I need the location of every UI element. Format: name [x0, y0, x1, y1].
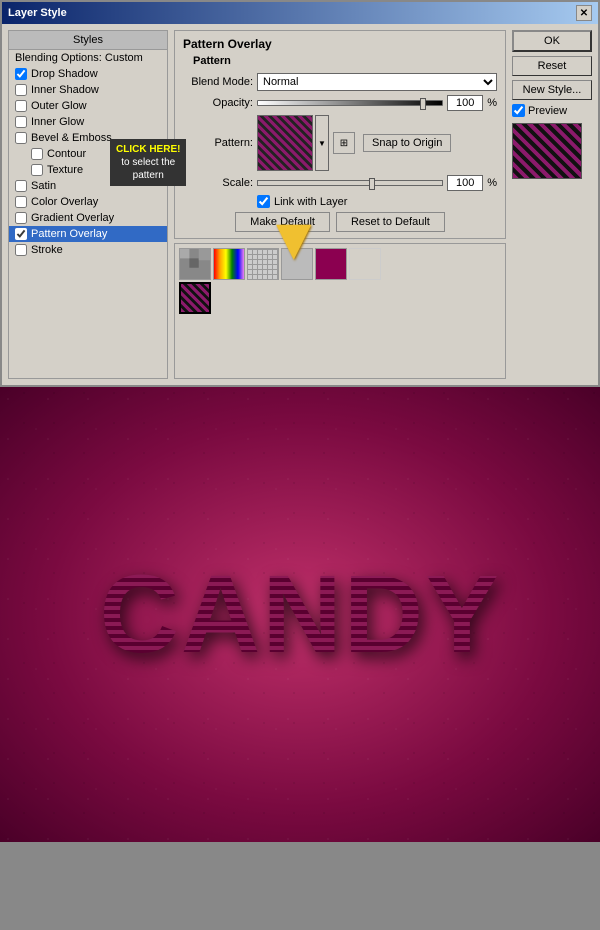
scale-row: Scale: % — [183, 175, 497, 191]
outer-glow-item[interactable]: Outer Glow — [9, 98, 167, 114]
subsection-title: Pattern — [193, 55, 497, 67]
drop-shadow-checkbox[interactable] — [15, 68, 27, 80]
scale-label: Scale: — [183, 177, 253, 189]
title-bar: Layer Style ✕ — [2, 2, 598, 24]
pattern-overlay-section: Pattern Overlay Pattern Blend Mode: Norm… — [174, 30, 506, 239]
new-style-button[interactable]: New Style... — [512, 80, 592, 100]
inner-shadow-label: Inner Shadow — [31, 84, 99, 96]
pattern-picker-popup — [174, 243, 506, 379]
pattern-swatch-row2 — [179, 282, 501, 314]
color-overlay-item[interactable]: Color Overlay — [9, 194, 167, 210]
stroke-item[interactable]: Stroke — [9, 242, 167, 258]
satin-checkbox[interactable] — [15, 180, 27, 192]
opacity-input[interactable] — [447, 95, 483, 111]
candy-text: CANDY — [99, 551, 500, 678]
blending-options-label: Blending Options: Custom — [15, 52, 143, 64]
dialog-body: CLICK HERE! to select the pattern ▼ Styl… — [2, 24, 598, 385]
inner-glow-checkbox[interactable] — [15, 116, 27, 128]
pattern-overlay-checkbox[interactable] — [15, 228, 27, 240]
blend-mode-select[interactable]: Normal Multiply Screen Overlay — [257, 73, 497, 91]
section-title: Pattern Overlay — [183, 37, 497, 51]
styles-header[interactable]: Styles — [9, 31, 167, 50]
pattern-swatch-gray[interactable] — [281, 248, 313, 280]
contour-checkbox[interactable] — [31, 148, 43, 160]
pattern-label: Pattern: — [183, 137, 253, 149]
canvas-area: CANDY — [0, 387, 600, 842]
blend-mode-label: Blend Mode: — [183, 76, 253, 88]
satin-label: Satin — [31, 180, 56, 192]
stroke-label: Stroke — [31, 244, 63, 256]
bevel-emboss-checkbox[interactable] — [15, 132, 27, 144]
reset-button[interactable]: Reset — [512, 56, 592, 76]
inner-shadow-item[interactable]: Inner Shadow — [9, 82, 167, 98]
pattern-row: Pattern: ▼ ⊞ Snap to Origin — [183, 115, 497, 171]
link-with-layer-checkbox[interactable] — [257, 195, 270, 208]
inner-glow-item[interactable]: Inner Glow — [9, 114, 167, 130]
preview-label-text: Preview — [528, 105, 567, 117]
inner-glow-label: Inner Glow — [31, 116, 84, 128]
pattern-swatch-crosshatch[interactable] — [247, 248, 279, 280]
pattern-overlay-label: Pattern Overlay — [31, 228, 107, 240]
blending-options-item[interactable]: Blending Options: Custom — [9, 50, 167, 66]
preview-row: Preview — [512, 104, 592, 117]
gradient-overlay-label: Gradient Overlay — [31, 212, 114, 224]
opacity-label: Opacity: — [183, 97, 253, 109]
preview-checkbox[interactable] — [512, 104, 525, 117]
outer-glow-checkbox[interactable] — [15, 100, 27, 112]
texture-item[interactable]: Texture — [9, 162, 167, 178]
middle-panel: Pattern Overlay Pattern Blend Mode: Norm… — [174, 30, 506, 379]
scale-thumb[interactable] — [369, 178, 375, 190]
layer-style-dialog: Layer Style ✕ CLICK HERE! to select the … — [0, 0, 600, 387]
outer-glow-label: Outer Glow — [31, 100, 87, 112]
close-button[interactable]: ✕ — [576, 5, 592, 21]
pattern-swatch-stripe[interactable] — [179, 282, 211, 314]
blend-mode-row: Blend Mode: Normal Multiply Screen Overl… — [183, 73, 497, 91]
opacity-unit: % — [487, 97, 497, 109]
link-with-layer-row: Link with Layer — [183, 195, 497, 208]
color-overlay-checkbox[interactable] — [15, 196, 27, 208]
action-buttons-row: Make Default Reset to Default — [183, 212, 497, 232]
scale-slider[interactable] — [257, 180, 443, 186]
opacity-thumb[interactable] — [420, 98, 426, 110]
contour-item[interactable]: Contour — [9, 146, 167, 162]
stroke-checkbox[interactable] — [15, 244, 27, 256]
make-default-button[interactable]: Make Default — [235, 212, 330, 232]
texture-label: Texture — [47, 164, 83, 176]
bevel-emboss-label: Bevel & Emboss — [31, 132, 112, 144]
opacity-slider[interactable] — [257, 100, 443, 106]
bevel-emboss-item[interactable]: Bevel & Emboss — [9, 130, 167, 146]
pattern-preview[interactable] — [257, 115, 313, 171]
dialog-title: Layer Style — [8, 7, 67, 19]
pattern-overlay-item[interactable]: Pattern Overlay — [9, 226, 167, 242]
drop-shadow-label: Drop Shadow — [31, 68, 98, 80]
pattern-swatch-noise[interactable] — [179, 248, 211, 280]
color-overlay-label: Color Overlay — [31, 196, 98, 208]
scale-unit: % — [487, 177, 497, 189]
opacity-row: Opacity: % — [183, 95, 497, 111]
pattern-swatch-rainbow[interactable] — [213, 248, 245, 280]
preview-box — [512, 123, 582, 179]
picker-empty-space — [179, 314, 501, 374]
reset-to-default-button[interactable]: Reset to Default — [336, 212, 445, 232]
gradient-overlay-checkbox[interactable] — [15, 212, 27, 224]
contour-label: Contour — [47, 148, 86, 160]
ok-button[interactable]: OK — [512, 30, 592, 52]
drop-shadow-item[interactable]: Drop Shadow — [9, 66, 167, 82]
right-panel: OK Reset New Style... Preview — [512, 30, 592, 379]
gradient-overlay-item[interactable]: Gradient Overlay — [9, 210, 167, 226]
texture-checkbox[interactable] — [31, 164, 43, 176]
pattern-swatch-grid — [179, 248, 501, 280]
pattern-dropdown-button[interactable]: ▼ — [315, 115, 329, 171]
left-panel: Styles Blending Options: Custom Drop Sha… — [8, 30, 168, 379]
pattern-swatch-pink[interactable] — [315, 248, 347, 280]
snap-to-origin-button[interactable]: Snap to Origin — [363, 134, 451, 152]
scale-input[interactable] — [447, 175, 483, 191]
link-with-layer-label: Link with Layer — [274, 196, 347, 208]
inner-shadow-checkbox[interactable] — [15, 84, 27, 96]
pattern-swatch-empty — [349, 248, 381, 280]
pattern-options-button[interactable]: ⊞ — [333, 132, 355, 154]
satin-item[interactable]: Satin — [9, 178, 167, 194]
